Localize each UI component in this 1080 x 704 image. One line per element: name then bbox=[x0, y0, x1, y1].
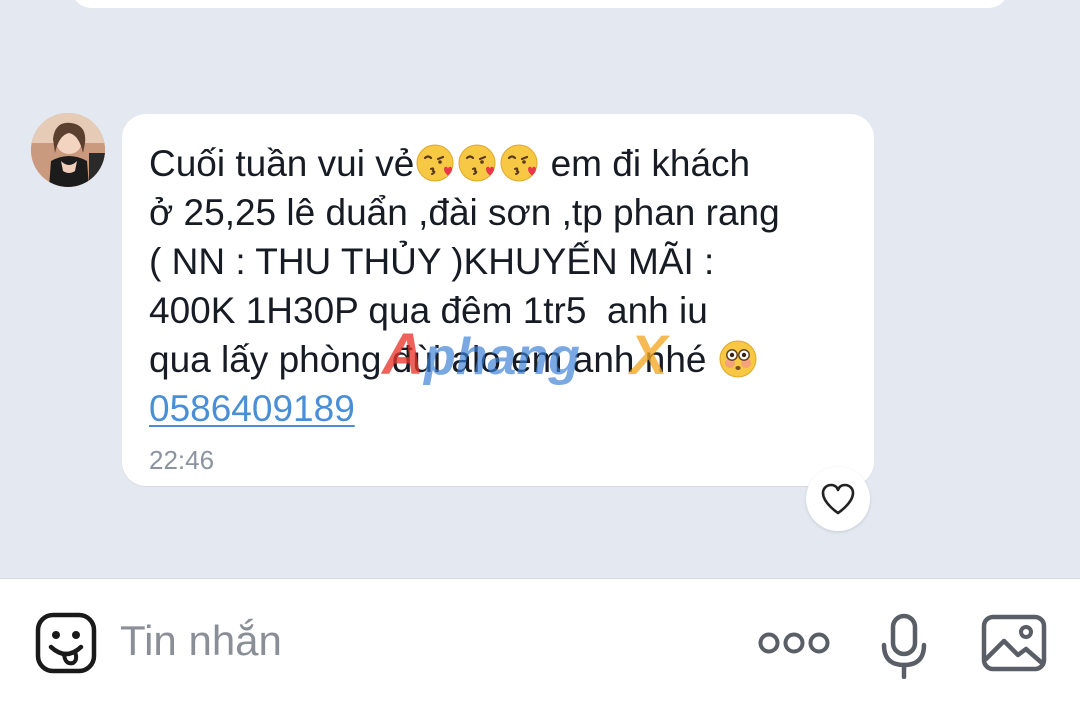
image-icon bbox=[981, 614, 1047, 672]
message-line-4: 400K 1H30P qua đêm 1tr5 anh iu bbox=[149, 290, 708, 331]
mic-icon bbox=[881, 613, 927, 680]
more-options-button[interactable] bbox=[756, 623, 832, 663]
message-line-2: ở 25,25 lê duẩn ,đài sơn ,tp phan rang bbox=[149, 192, 780, 233]
message-timestamp: 22:46 bbox=[149, 445, 215, 475]
sticker-button[interactable] bbox=[34, 611, 98, 675]
react-heart-button[interactable] bbox=[806, 467, 870, 531]
kissing-heart-emoji-icon bbox=[414, 142, 456, 184]
message-line-1-end: em đi khách bbox=[540, 143, 751, 184]
message-input-bar bbox=[0, 578, 1080, 704]
voice-record-button[interactable] bbox=[878, 613, 930, 680]
chat-area[interactable]: Cuối tuần vui vẻ em đi khách ở 25,25 lê … bbox=[0, 0, 1080, 578]
message-text: Cuối tuần vui vẻ em đi khách ở 25,25 lê … bbox=[149, 139, 849, 433]
heart-icon bbox=[821, 483, 855, 515]
send-image-button[interactable] bbox=[980, 613, 1048, 673]
message-line-5: qua lấy phòng đùi alo em anh nhé bbox=[149, 339, 717, 380]
kissing-heart-emoji-icon bbox=[498, 142, 540, 184]
avatar[interactable] bbox=[31, 113, 105, 187]
message-bubble[interactable]: Cuối tuần vui vẻ em đi khách ở 25,25 lê … bbox=[122, 114, 874, 486]
previous-message-bubble[interactable] bbox=[72, 0, 1008, 8]
message-line-3: ( NN : THU THỦY )KHUYẾN MÃI : bbox=[149, 241, 715, 282]
phone-number-link[interactable]: 0586409189 bbox=[149, 388, 355, 429]
sticker-icon bbox=[35, 612, 97, 674]
more-icon bbox=[758, 632, 830, 654]
message-line-1: Cuối tuần vui vẻ bbox=[149, 143, 415, 184]
flushed-emoji-icon bbox=[717, 338, 759, 380]
message-input[interactable] bbox=[120, 609, 680, 673]
kissing-heart-emoji-icon bbox=[456, 142, 498, 184]
